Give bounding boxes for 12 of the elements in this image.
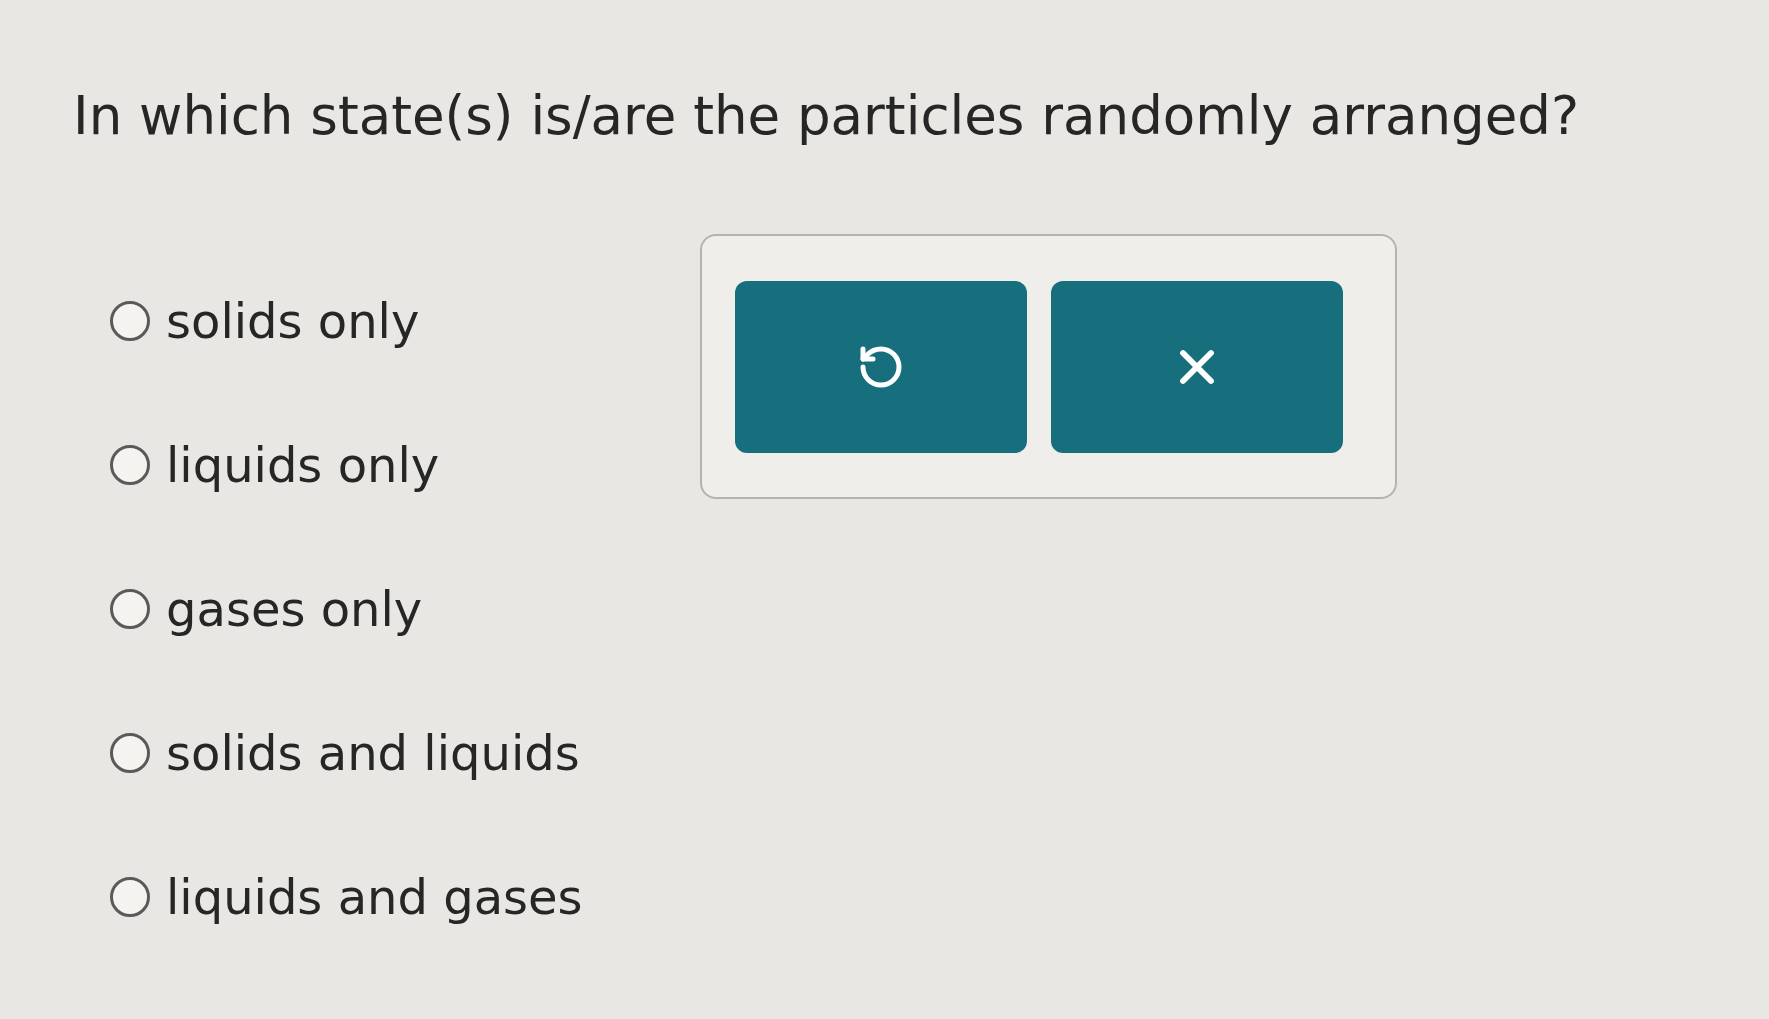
radio-button[interactable] xyxy=(110,301,150,341)
option-label[interactable]: gases only xyxy=(166,580,423,638)
question-text: In which state(s) is/are the particles randomly arranged? xyxy=(73,84,1580,148)
undo-button[interactable] xyxy=(735,280,1027,453)
option-label[interactable]: solids and liquids xyxy=(166,724,580,782)
radio-button[interactable] xyxy=(110,877,150,917)
option-label[interactable]: liquids and gases xyxy=(166,868,583,926)
radio-button[interactable] xyxy=(110,733,150,773)
radio-button[interactable] xyxy=(110,589,150,629)
option-label[interactable]: solids only xyxy=(166,292,420,350)
radio-button[interactable] xyxy=(110,445,150,485)
option-label[interactable]: liquids only xyxy=(166,436,440,494)
